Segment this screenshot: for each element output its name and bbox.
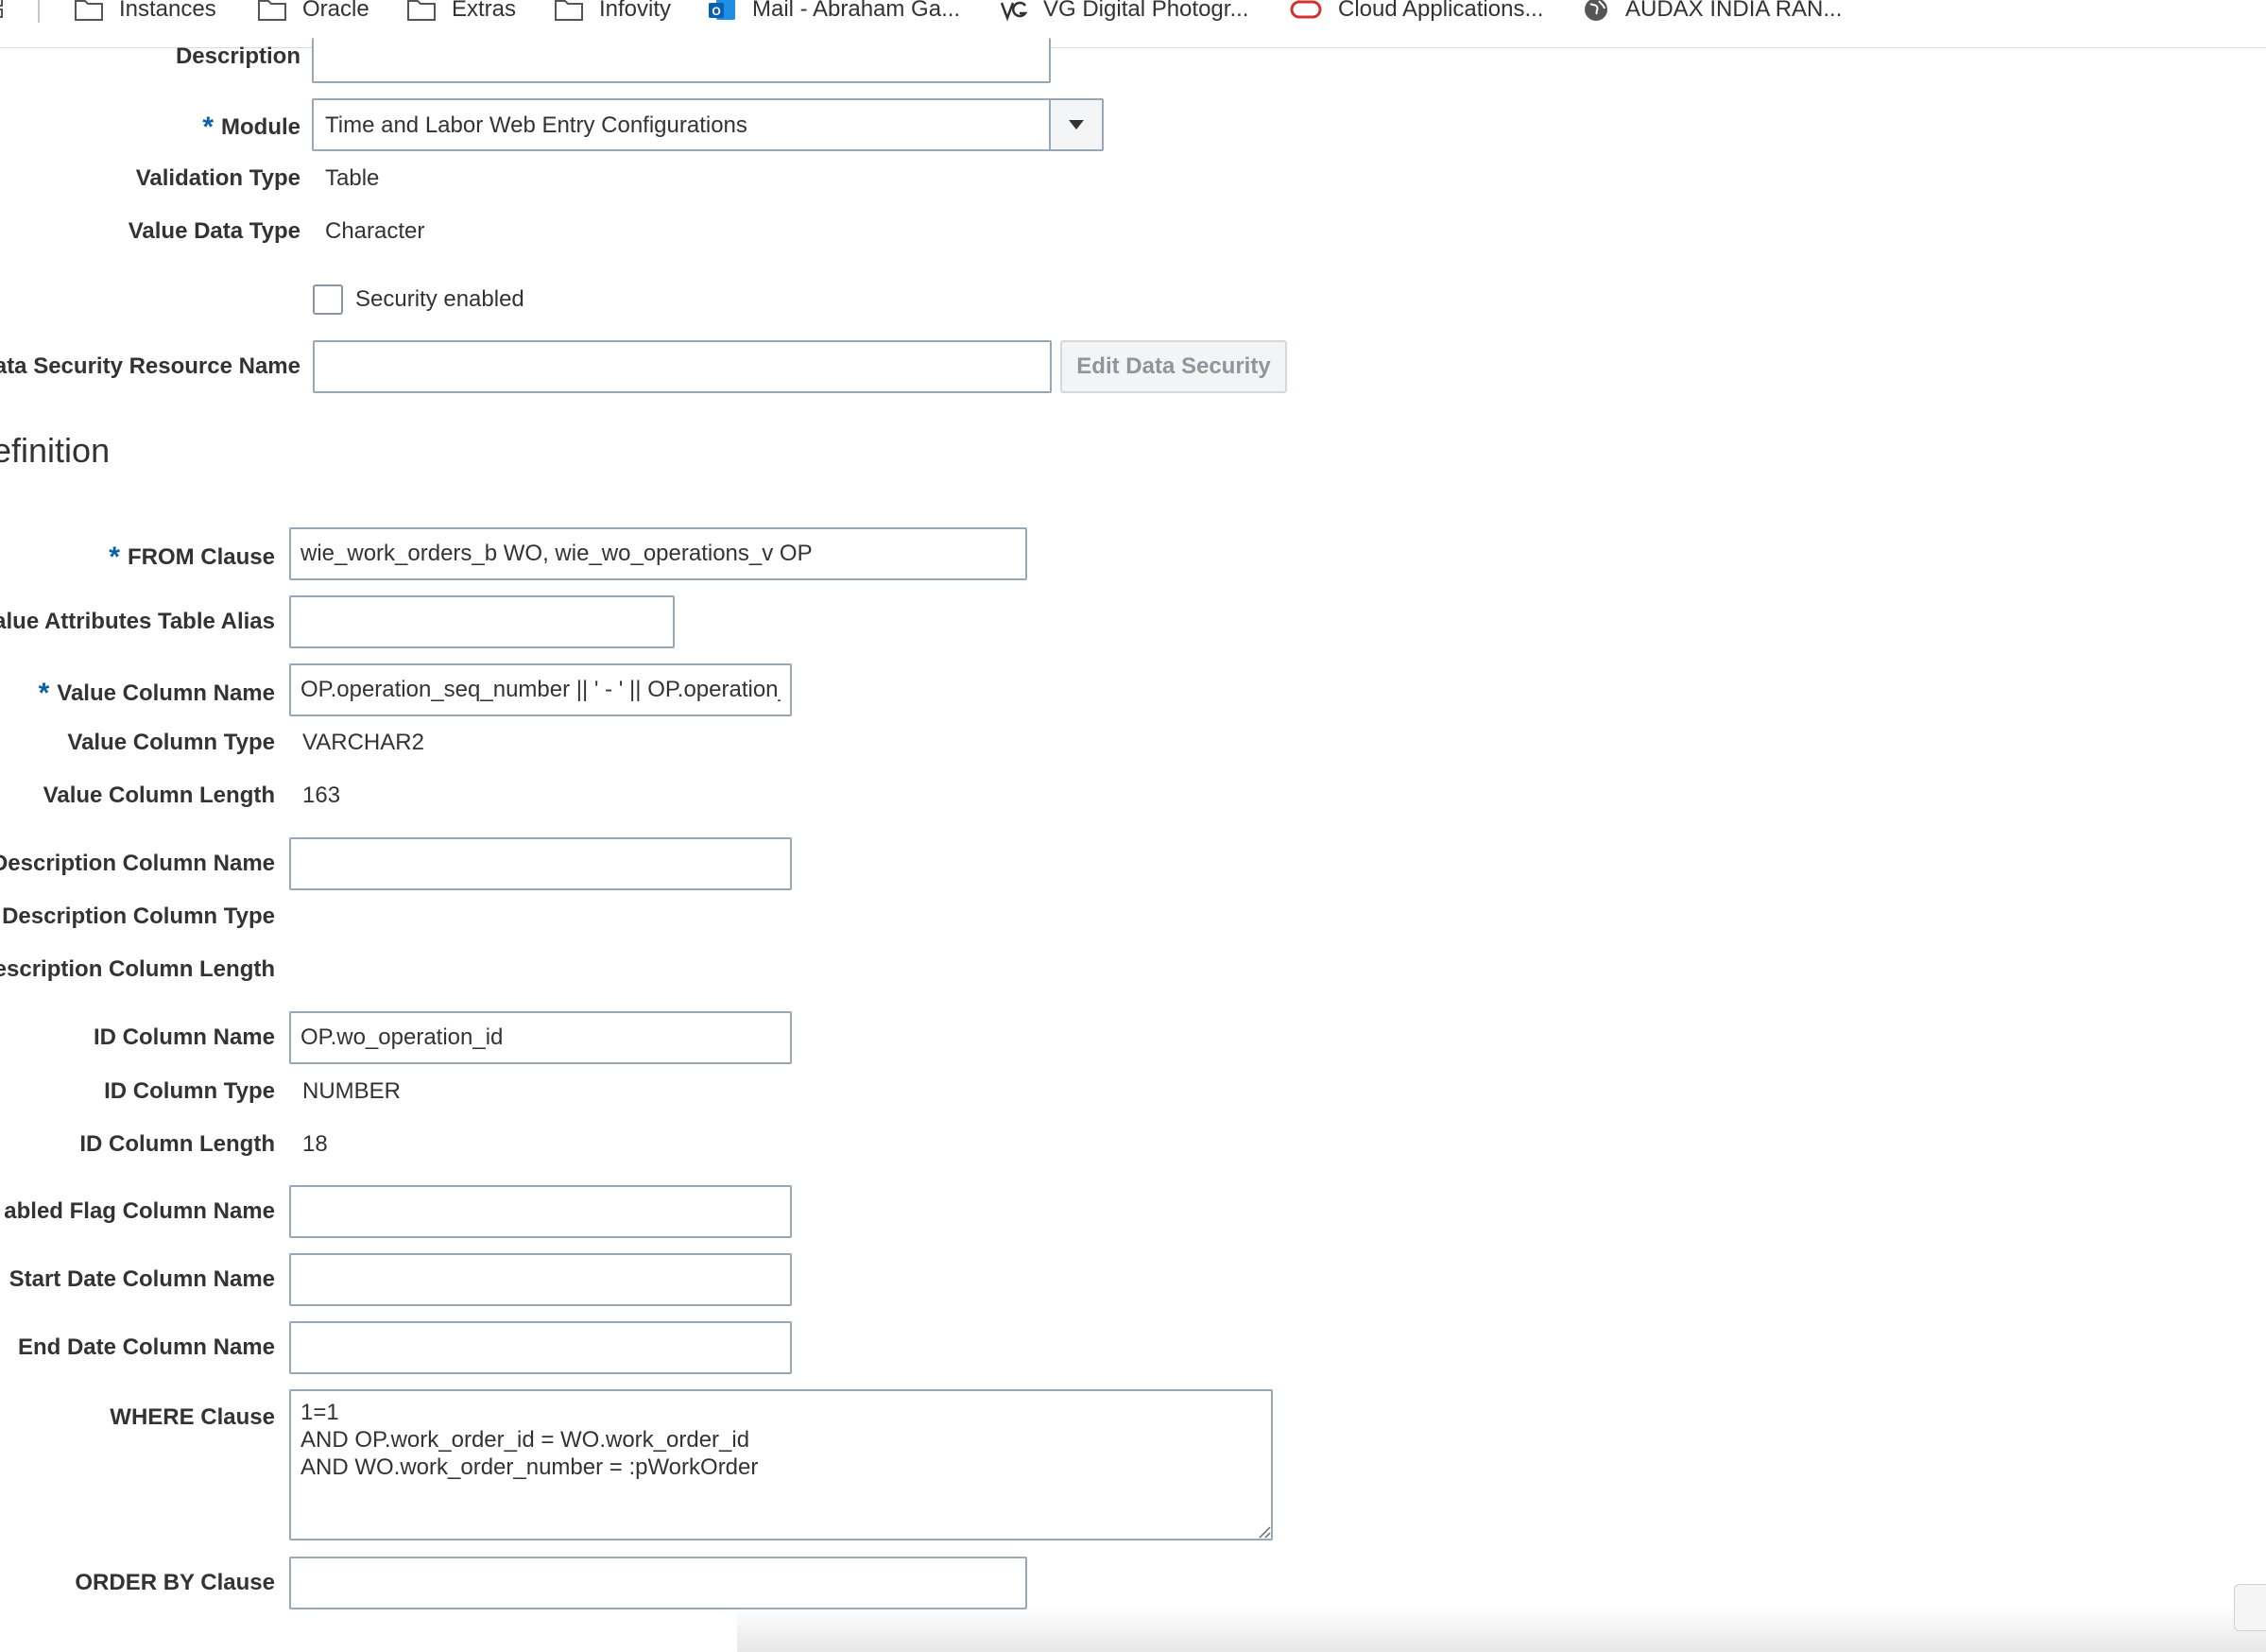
bookmark-label: Extras bbox=[452, 0, 517, 22]
order-by-clause-label: ORDER BY Clause bbox=[75, 1570, 275, 1595]
bookmark-mail[interactable]: O Mail - Abraham Ga... bbox=[707, 0, 960, 26]
id-column-type-value: NUMBER bbox=[302, 1078, 402, 1104]
description-column-name-input[interactable] bbox=[289, 837, 792, 890]
floating-panel-button[interactable] bbox=[2234, 1584, 2266, 1631]
description-input[interactable] bbox=[312, 38, 1051, 83]
value-column-name-label: * Value Column Name bbox=[38, 676, 275, 709]
end-date-column-input[interactable] bbox=[289, 1321, 792, 1374]
bottom-shadow bbox=[737, 1607, 2266, 1652]
table-alias-input[interactable] bbox=[289, 595, 675, 648]
bookmark-instances[interactable]: Instances bbox=[74, 0, 216, 26]
svg-text:O: O bbox=[712, 5, 720, 18]
bookmark-label: AUDAX INDIA RAN... bbox=[1625, 0, 1843, 22]
folder-icon bbox=[258, 0, 286, 21]
module-select[interactable]: Time and Labor Web Entry Configurations bbox=[312, 98, 1104, 151]
definition-section-title: efinition bbox=[0, 431, 111, 470]
description-label: Description bbox=[175, 43, 300, 69]
module-select-value: Time and Labor Web Entry Configurations bbox=[325, 112, 747, 138]
folder-icon bbox=[407, 0, 436, 21]
module-label: * Module bbox=[202, 110, 300, 143]
security-enabled-label: Security enabled bbox=[355, 286, 524, 312]
description-column-length-label: escription Column Length bbox=[0, 956, 275, 982]
required-marker: * bbox=[38, 678, 50, 709]
security-enabled-checkbox[interactable] bbox=[313, 284, 343, 315]
validation-type-value: Table bbox=[325, 165, 380, 191]
value-column-type-value: VARCHAR2 bbox=[302, 730, 424, 755]
value-column-length-label: Value Column Length bbox=[43, 783, 275, 808]
globe-icon bbox=[1585, 0, 1607, 21]
vg-logo-icon bbox=[1000, 1, 1028, 22]
bookmark-label: VG Digital Photogr... bbox=[1043, 0, 1249, 22]
value-column-name-label-text: Value Column Name bbox=[57, 680, 275, 706]
required-marker: * bbox=[202, 112, 214, 143]
bookmark-label: Oracle bbox=[302, 0, 369, 22]
folder-icon bbox=[555, 0, 583, 21]
value-data-type-label: Value Data Type bbox=[128, 218, 300, 244]
validation-type-label: Validation Type bbox=[135, 165, 300, 191]
from-clause-input[interactable] bbox=[289, 527, 1027, 580]
module-label-text: Module bbox=[221, 114, 300, 140]
apps-grid-icon[interactable] bbox=[0, 0, 13, 23]
value-column-name-input[interactable] bbox=[289, 663, 792, 716]
module-dropdown-button[interactable] bbox=[1049, 100, 1102, 149]
id-column-type-label: ID Column Type bbox=[104, 1078, 275, 1104]
edit-data-security-button[interactable]: Edit Data Security bbox=[1060, 340, 1287, 393]
id-column-length-label: ID Column Length bbox=[79, 1131, 275, 1157]
where-clause-label: WHERE Clause bbox=[110, 1404, 275, 1430]
bookmark-cloud-applications[interactable]: Cloud Applications... bbox=[1289, 0, 1543, 26]
value-column-length-value: 163 bbox=[302, 783, 341, 808]
order-by-clause-input[interactable] bbox=[289, 1557, 1027, 1609]
bookmark-label: Instances bbox=[119, 0, 216, 22]
data-security-resource-label: ata Security Resource Name bbox=[0, 353, 300, 379]
from-clause-label: * FROM Clause bbox=[109, 540, 275, 573]
bookmark-oracle[interactable]: Oracle bbox=[257, 0, 369, 26]
value-column-type-label: Value Column Type bbox=[67, 730, 275, 755]
description-column-type-label: Description Column Type bbox=[2, 903, 275, 929]
bookmark-label: Infovity bbox=[599, 0, 672, 22]
description-column-name-label: Description Column Name bbox=[0, 851, 275, 876]
where-clause-textarea[interactable]: 1=1 AND OP.work_order_id = WO.work_order… bbox=[289, 1389, 1273, 1540]
table-alias-label: alue Attributes Table Alias bbox=[0, 609, 275, 634]
from-clause-label-text: FROM Clause bbox=[127, 544, 275, 570]
oracle-logo-icon bbox=[1290, 0, 1322, 19]
id-column-name-input[interactable] bbox=[289, 1011, 792, 1064]
enabled-flag-column-label: abled Flag Column Name bbox=[4, 1198, 275, 1224]
resize-handle-icon[interactable] bbox=[1256, 1523, 1271, 1539]
enabled-flag-column-input[interactable] bbox=[289, 1185, 792, 1238]
where-clause-wrapper: 1=1 AND OP.work_order_id = WO.work_order… bbox=[289, 1389, 1273, 1540]
id-column-length-value: 18 bbox=[302, 1131, 328, 1157]
id-column-name-label: ID Column Name bbox=[93, 1024, 275, 1050]
outlook-icon: O bbox=[709, 0, 735, 20]
start-date-column-label: Start Date Column Name bbox=[9, 1266, 275, 1292]
end-date-column-label: End Date Column Name bbox=[17, 1334, 275, 1360]
bookmark-audax[interactable]: AUDAX INDIA RAN... bbox=[1582, 0, 1842, 26]
data-security-resource-input[interactable] bbox=[313, 340, 1052, 393]
folder-icon bbox=[75, 0, 103, 21]
bookmark-vg-digital[interactable]: VG Digital Photogr... bbox=[1000, 0, 1248, 26]
bookmark-label: Cloud Applications... bbox=[1338, 0, 1544, 22]
required-marker: * bbox=[109, 542, 120, 573]
bookmarks-separator bbox=[38, 0, 40, 23]
value-data-type-value: Character bbox=[325, 218, 425, 244]
chevron-down-icon bbox=[1069, 120, 1084, 129]
bookmark-infovity[interactable]: Infovity bbox=[554, 0, 671, 26]
bookmark-extras[interactable]: Extras bbox=[406, 0, 516, 26]
bookmark-label: Mail - Abraham Ga... bbox=[752, 0, 961, 22]
start-date-column-input[interactable] bbox=[289, 1253, 792, 1306]
